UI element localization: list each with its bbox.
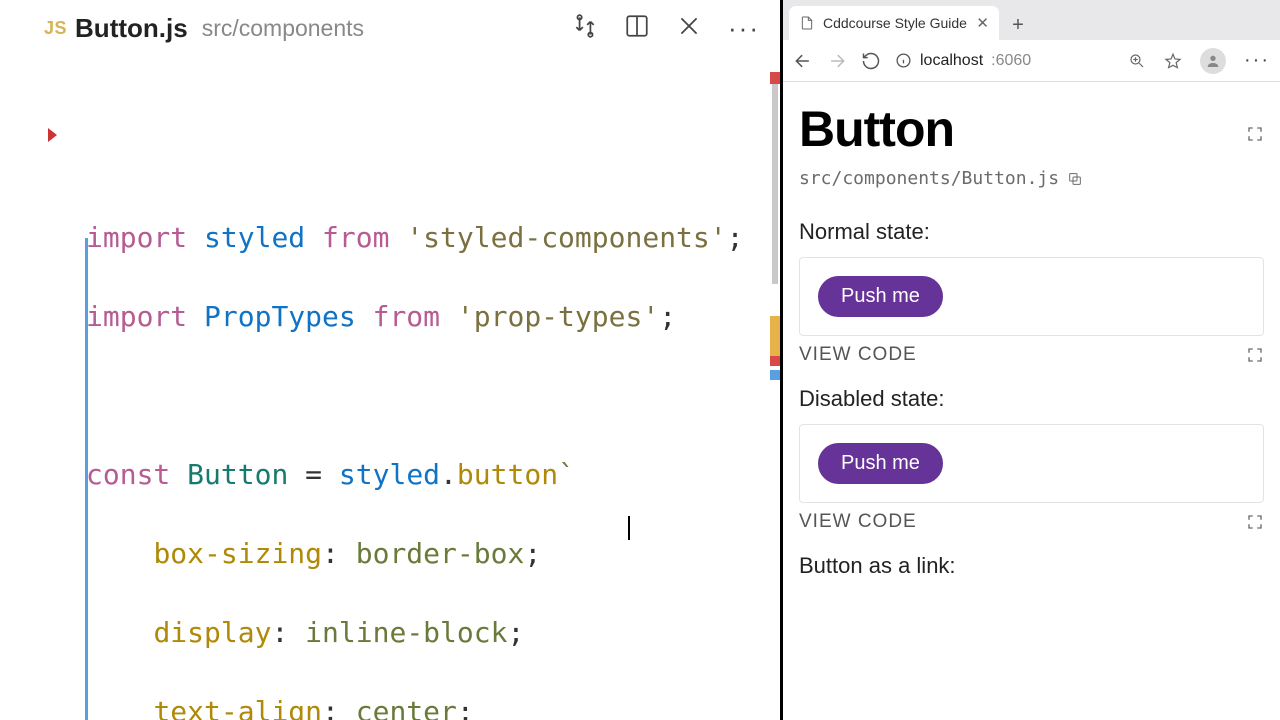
editor-tab: JS Button.js src/components ···	[0, 0, 780, 56]
close-tab-icon[interactable]: ✕	[976, 14, 989, 32]
split-editor-icon[interactable]	[624, 13, 650, 44]
close-tab-icon[interactable]	[676, 13, 702, 44]
site-info-icon[interactable]	[895, 52, 912, 69]
zoom-icon[interactable]	[1128, 52, 1146, 70]
address-bar: localhost :6060 ···	[783, 40, 1280, 82]
page-icon	[799, 15, 815, 31]
compare-changes-icon[interactable]	[572, 13, 598, 44]
view-code-toggle[interactable]: VIEW CODE	[799, 344, 917, 366]
url-port: :6060	[991, 52, 1031, 70]
more-actions-icon[interactable]: ···	[728, 13, 760, 44]
section-label: Normal state:	[799, 219, 1264, 245]
minimap[interactable]	[758, 56, 780, 720]
fullscreen-icon[interactable]	[1246, 125, 1264, 143]
browser-pane: Cddcourse Style Guide ✕ + localhost :6060…	[783, 0, 1280, 720]
section-label: Disabled state:	[799, 386, 1264, 412]
code-editor[interactable]: import styled from 'styled-components'; …	[0, 56, 780, 720]
copy-icon[interactable]	[1067, 171, 1083, 187]
file-name: Button.js	[75, 13, 188, 44]
reload-icon[interactable]	[861, 51, 881, 71]
section-label: Button as a link:	[799, 553, 1264, 579]
file-dir: src/components	[202, 15, 364, 42]
favorite-icon[interactable]	[1164, 52, 1182, 70]
fullscreen-icon[interactable]	[1246, 346, 1264, 364]
editor-pane: JS Button.js src/components ··· import s…	[0, 0, 783, 720]
page-title: Button	[799, 100, 954, 158]
url-box[interactable]: localhost :6060	[895, 52, 1031, 70]
browser-tabbar: Cddcourse Style Guide ✕ +	[783, 0, 1280, 40]
demo-button[interactable]: Push me	[818, 276, 943, 317]
collapse-arrow-icon[interactable]	[48, 128, 57, 142]
forward-icon	[827, 51, 847, 71]
browser-menu-icon[interactable]: ···	[1244, 49, 1270, 72]
example-box: Push me	[799, 424, 1264, 503]
indent-guide	[85, 238, 88, 720]
url-host: localhost	[920, 52, 983, 70]
view-code-toggle[interactable]: VIEW CODE	[799, 511, 917, 533]
source-path: src/components/Button.js	[799, 168, 1059, 189]
new-tab-button[interactable]: +	[1003, 10, 1033, 40]
browser-tab[interactable]: Cddcourse Style Guide ✕	[789, 6, 999, 40]
demo-button[interactable]: Push me	[818, 443, 943, 484]
browser-tab-title: Cddcourse Style Guide	[823, 15, 967, 31]
back-icon[interactable]	[793, 51, 813, 71]
fullscreen-icon[interactable]	[1246, 513, 1264, 531]
styleguide-page: Button src/components/Button.js Normal s…	[783, 82, 1280, 720]
js-file-icon: JS	[44, 18, 67, 39]
profile-avatar[interactable]	[1200, 48, 1226, 74]
example-box: Push me	[799, 257, 1264, 336]
text-caret-icon	[628, 516, 630, 540]
